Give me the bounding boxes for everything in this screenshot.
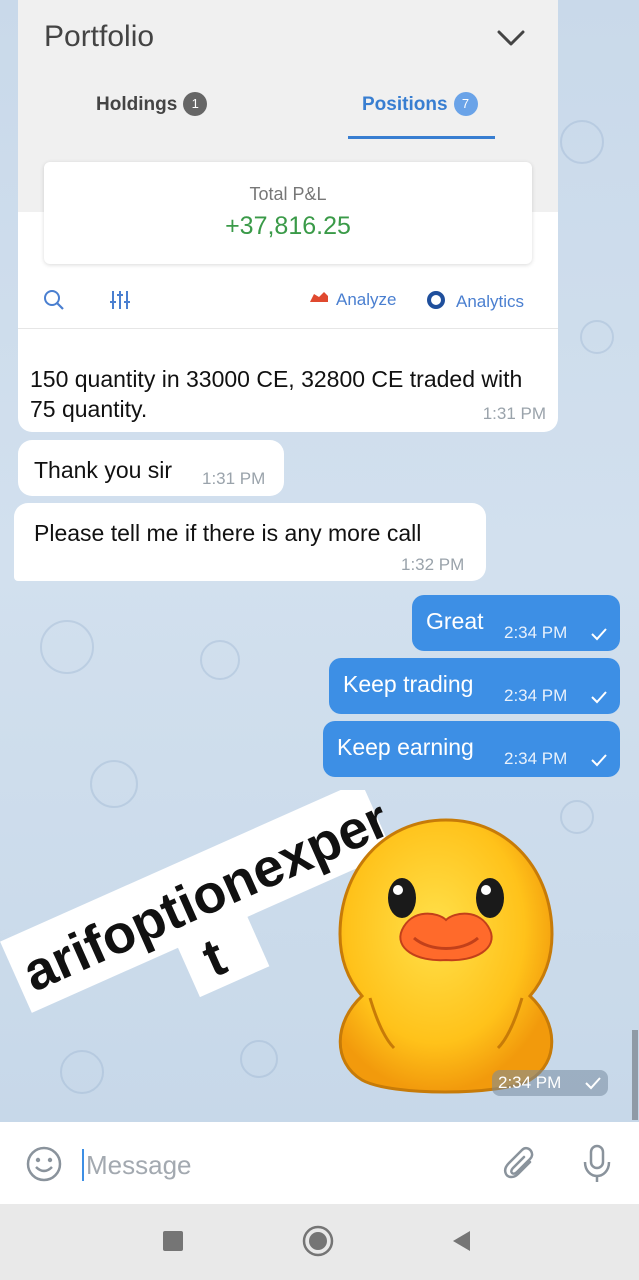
message-time: 2:34 PM	[504, 623, 568, 642]
system-nav-bar	[0, 1204, 639, 1280]
message-bubble-received[interactable]: Thank you sir 1:31 PM	[18, 440, 284, 496]
mic-icon[interactable]	[580, 1144, 614, 1184]
duck-sticker[interactable]	[330, 812, 562, 1094]
sticker-time-text: 2:34 PM	[498, 1073, 562, 1092]
message-input[interactable]	[86, 1148, 466, 1182]
message-time: 1:31 PM	[482, 404, 546, 423]
message-text: Keep trading	[343, 671, 474, 697]
tab-positions-label: Positions	[362, 94, 448, 115]
message-bubble-sent[interactable]: Keep earning 2:34 PM	[323, 721, 620, 777]
message-time: 1:31 PM	[202, 469, 266, 488]
filter-icon	[110, 291, 130, 309]
analyze-icon	[310, 292, 328, 302]
analyze-label: Analyze	[336, 290, 397, 309]
analytics-button: Analytics	[426, 290, 524, 312]
analytics-icon	[427, 291, 445, 309]
message-text: Great	[426, 608, 484, 634]
nav-back-icon[interactable]	[450, 1229, 472, 1253]
nav-home-icon[interactable]	[302, 1225, 334, 1257]
message-bubble-sent[interactable]: Keep trading 2:34 PM	[329, 658, 620, 714]
check-icon	[585, 1077, 601, 1090]
message-text: Keep earning	[337, 734, 474, 760]
check-icon	[591, 754, 607, 767]
holdings-count-badge: 1	[183, 92, 208, 116]
portfolio-title: Portfolio	[44, 20, 155, 53]
message-input-bar	[0, 1122, 639, 1204]
pnl-summary-card: Total P&L +37,816.25	[44, 162, 532, 264]
portfolio-toolbar: Analyze Analytics	[18, 282, 558, 322]
tab-holdings: Holdings 1	[96, 92, 208, 116]
tab-positions: Positions 7	[362, 92, 478, 116]
message-time: 2:34 PM	[504, 749, 568, 768]
divider	[18, 328, 558, 329]
sticker-timestamp: 2:34 PM	[492, 1070, 608, 1096]
analyze-button: Analyze	[308, 290, 396, 310]
nav-recents-icon[interactable]	[163, 1231, 183, 1251]
message-time: 1:32 PM	[401, 555, 465, 574]
pnl-label: Total P&L	[249, 184, 327, 204]
message-time: 2:34 PM	[504, 686, 568, 705]
message-text: Thank you sir	[34, 457, 173, 483]
portfolio-screenshot-message[interactable]: Portfolio Holdings 1 Positions 7 Total P&L…	[18, 0, 558, 432]
search-icon	[44, 290, 64, 310]
pnl-value: +37,816.25	[225, 212, 351, 240]
text-caret	[82, 1149, 84, 1181]
positions-count-badge: 7	[453, 92, 478, 116]
attach-icon[interactable]	[502, 1146, 538, 1184]
check-icon	[591, 628, 607, 641]
emoji-icon[interactable]	[26, 1146, 62, 1182]
message-text: Please tell me if there is any more call	[34, 520, 422, 546]
message-text: 150 quantity in 33000 CE, 32800 CE trade…	[30, 366, 523, 422]
message-bubble-received[interactable]: Please tell me if there is any more call…	[14, 503, 486, 581]
active-tab-indicator	[348, 136, 495, 139]
scrollbar[interactable]	[632, 1030, 638, 1120]
check-icon	[591, 691, 607, 704]
tab-holdings-label: Holdings	[96, 94, 178, 115]
message-bubble-sent[interactable]: Great 2:34 PM	[412, 595, 620, 651]
analytics-label: Analytics	[456, 292, 525, 311]
chevron-down-icon	[497, 30, 525, 46]
